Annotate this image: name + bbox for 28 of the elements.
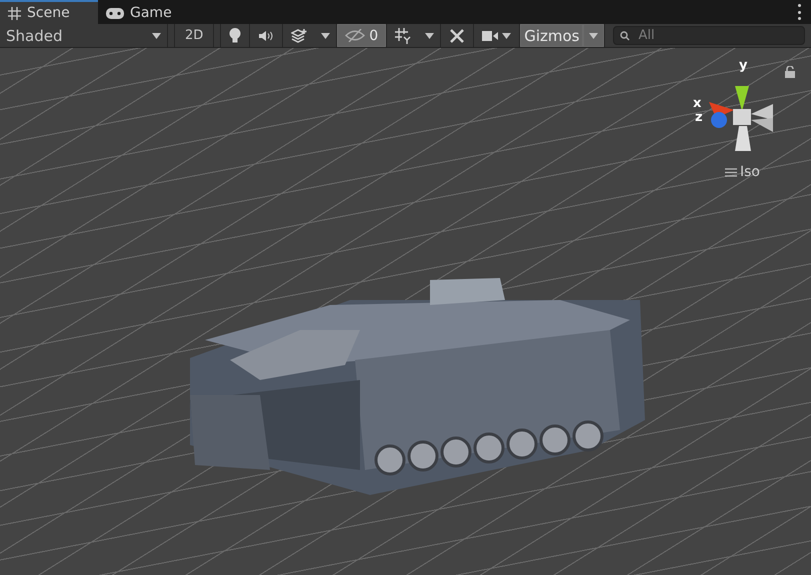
light-bulb-icon (229, 28, 242, 43)
caret-icon (502, 32, 512, 38)
lock-icon[interactable] (785, 66, 795, 78)
gizmos-dropdown[interactable] (583, 24, 606, 47)
grid-icon (8, 6, 21, 20)
eye-slash-icon (345, 29, 366, 42)
gamepad-icon (106, 8, 124, 18)
speaker-icon (258, 30, 274, 42)
caret-icon (425, 32, 434, 38)
caret-icon (321, 32, 330, 38)
axis-label: z (695, 110, 703, 125)
tools-icon (449, 28, 466, 44)
tab[interactable]: Scene (0, 0, 98, 24)
menu-icon (725, 168, 737, 176)
axis-label: y (739, 58, 748, 73)
axis-label: x (693, 96, 702, 111)
gizmos-toggle[interactable]: Gizmos (520, 24, 584, 47)
scene-viewport[interactable]: y x z Iso (0, 48, 811, 575)
search-placeholder: All (638, 28, 655, 43)
hidden-objects-toggle[interactable]: 0 (337, 24, 388, 47)
more-icon[interactable] (797, 4, 801, 20)
layers-icon (291, 28, 308, 42)
camera-icon (482, 30, 498, 42)
tab[interactable]: Game (98, 0, 188, 24)
projection-toggle[interactable]: Iso (725, 164, 760, 180)
caret-icon (152, 32, 161, 38)
grid-snap-icon (395, 28, 412, 44)
caret-icon (589, 32, 598, 38)
